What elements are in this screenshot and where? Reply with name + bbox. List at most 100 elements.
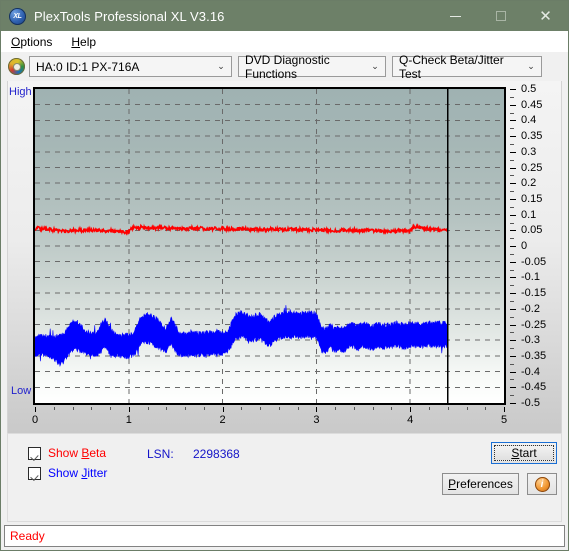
y-tick-label: -0.15 [521, 287, 547, 300]
y-tick-label: -0.25 [521, 318, 547, 331]
test-select[interactable]: Q-Check Beta/Jitter Test ⌄ [392, 53, 542, 81]
y-minor-tick [510, 206, 514, 208]
y-minor-tick [510, 253, 514, 255]
preferences-button[interactable]: Preferences [442, 473, 519, 495]
x-tick-label: 5 [500, 414, 508, 426]
y-minor-tick [510, 128, 514, 130]
drive-select[interactable]: HA:0 ID:1 PX-716A ⌄ [29, 56, 232, 77]
y-tick [510, 214, 516, 216]
y-tick-label: -0.4 [521, 365, 540, 378]
x-tick [410, 407, 412, 412]
show-beta-row[interactable]: Show Beta [28, 446, 106, 460]
window-title: PlexTools Professional XL V3.16 [34, 8, 225, 24]
close-icon[interactable]: ✕ [523, 1, 568, 31]
y-axis-low-label: Low [11, 385, 32, 397]
preferences-button-label: Preferences [448, 477, 513, 491]
y-tick [510, 198, 516, 200]
function-select-value: DVD Diagnostic Functions [245, 52, 330, 81]
lsn-label: LSN: [147, 447, 174, 461]
y-minor-tick [510, 332, 514, 334]
info-icon: i [534, 476, 550, 492]
plot-area[interactable] [33, 87, 506, 405]
y-tick-label: 0.1 [521, 208, 537, 221]
x-minor-tick [241, 407, 243, 410]
x-tick [504, 407, 505, 412]
y-tick [510, 261, 516, 263]
status-bar: Ready [4, 525, 565, 547]
status-text: Ready [10, 529, 45, 543]
x-minor-tick [297, 407, 299, 410]
y-tick-label: 0.5 [521, 83, 537, 95]
y-tick-label: 0.45 [521, 98, 543, 111]
info-button[interactable]: i [527, 473, 557, 495]
window-controls: ✕ [433, 1, 568, 31]
y-tick-label: 0.15 [521, 192, 543, 205]
toolbar: HA:0 ID:1 PX-716A ⌄ DVD Diagnostic Funct… [1, 52, 568, 81]
start-button[interactable]: Start [491, 442, 557, 464]
y-minor-tick [510, 143, 514, 145]
controls-panel: Show Beta Show Jitter LSN: 2298368 Start… [7, 433, 562, 522]
x-minor-tick [91, 407, 93, 410]
y-tick [510, 387, 516, 389]
y-minor-tick [510, 348, 514, 349]
y-minor-tick [510, 175, 514, 177]
menu-item-options[interactable]: Options [9, 35, 61, 49]
x-tick-label: 4 [407, 414, 414, 426]
y-tick [510, 89, 516, 90]
show-beta-checkbox[interactable] [28, 446, 41, 460]
minimize-icon[interactable] [433, 1, 478, 31]
y-tick [510, 308, 516, 310]
show-beta-label: Show Beta [48, 446, 107, 460]
test-select-value: Q-Check Beta/Jitter Test [399, 52, 504, 81]
function-select[interactable]: DVD Diagnostic Functions ⌄ [238, 53, 386, 81]
x-minor-tick [203, 407, 205, 410]
x-tick-label: 2 [219, 414, 226, 426]
x-minor-tick [53, 407, 55, 410]
show-jitter-checkbox[interactable] [28, 466, 41, 480]
chart-panel: High Low 0.5 0.45 0.4 0.35 0.3 0.25 0.2 0.15 0.1… [7, 81, 562, 433]
y-tick [510, 104, 516, 106]
y-minor-tick [510, 269, 514, 271]
maximize-icon[interactable] [478, 1, 523, 31]
title-bar: XL PlexTools Professional XL V3.16 ✕ [1, 1, 568, 31]
chevron-down-icon: ⌄ [527, 61, 535, 71]
x-minor-tick [485, 407, 487, 410]
show-jitter-label: Show Jitter [48, 466, 108, 480]
x-axis: 0 1 2 3 4 5 [8, 407, 561, 427]
x-minor-tick [166, 407, 168, 410]
x-minor-tick [185, 407, 187, 410]
y-tick [510, 230, 516, 232]
y-tick-label: -0.05 [521, 255, 547, 268]
y-minor-tick [510, 112, 514, 114]
x-minor-tick [72, 407, 74, 410]
y-tick-label: 0.35 [521, 130, 543, 143]
y-tick-label: -0.1 [521, 271, 540, 284]
show-jitter-row[interactable]: Show Jitter [28, 466, 107, 480]
menu-bar: Options Help [1, 31, 568, 52]
y-minor-tick [510, 285, 514, 287]
y-tick [510, 403, 516, 404]
y-tick-label: -0.45 [521, 381, 547, 394]
y-tick [510, 355, 516, 357]
x-minor-tick [391, 407, 393, 410]
x-tick-label: 3 [313, 414, 320, 426]
y-minor-tick [510, 395, 514, 397]
chevron-down-icon: ⌄ [217, 61, 225, 71]
x-tick [35, 407, 36, 412]
y-minor-tick [510, 238, 514, 240]
x-tick [222, 407, 224, 412]
x-minor-tick [147, 407, 149, 410]
y-tick [510, 183, 516, 185]
x-tick-label: 1 [125, 414, 132, 426]
y-minor-tick [510, 316, 514, 318]
y-tick [510, 371, 516, 373]
y-tick-label: 0.4 [521, 114, 537, 127]
x-tick [316, 407, 318, 412]
menu-item-help[interactable]: Help [69, 35, 105, 49]
y-minor-tick [510, 222, 514, 224]
x-minor-tick [335, 407, 337, 410]
y-minor-tick [510, 300, 514, 302]
x-tick [128, 407, 130, 412]
app-icon: XL [9, 7, 26, 25]
y-tick [510, 151, 516, 153]
